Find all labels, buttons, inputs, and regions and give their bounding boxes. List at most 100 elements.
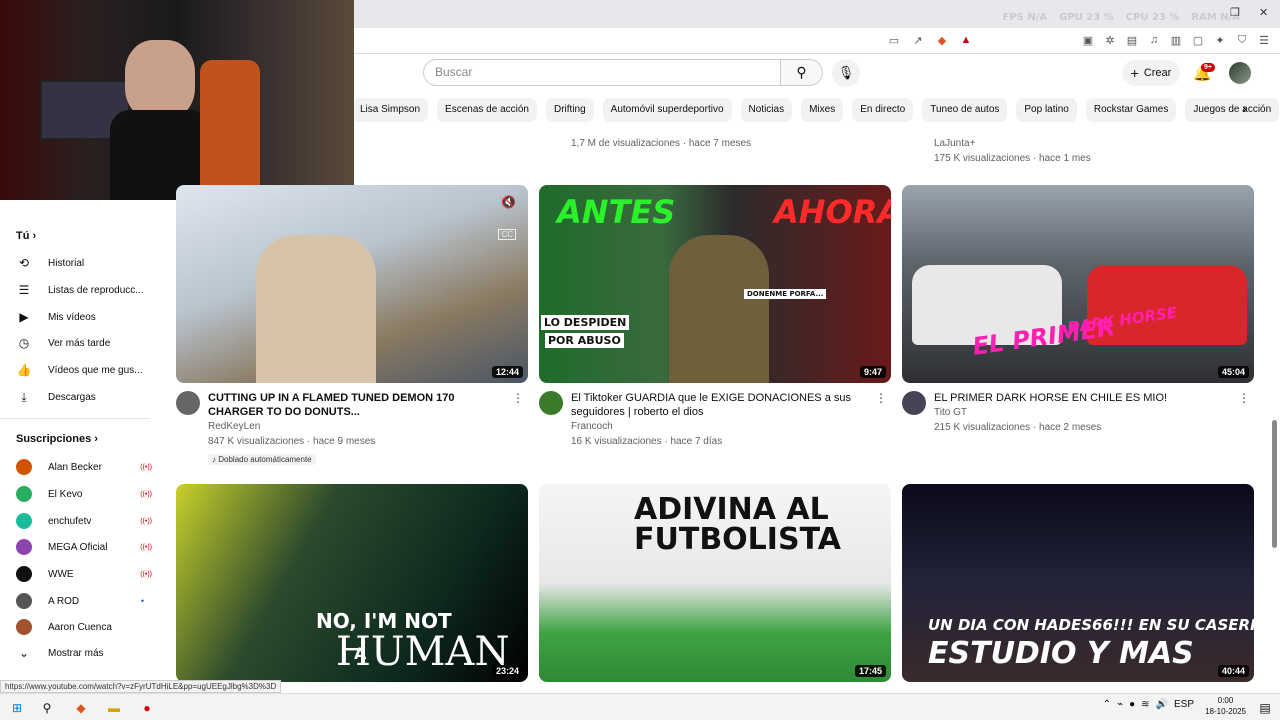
captions-icon[interactable]: CC [498, 229, 516, 240]
chip[interactable]: Drifting [545, 98, 594, 122]
channel-avatar[interactable] [539, 391, 563, 415]
menu-icon[interactable]: ☰ [1256, 32, 1272, 48]
video-thumbnail[interactable]: ANTES AHORA LO DESPIDEN POR ABUSO DONENM… [539, 185, 891, 383]
video-thumbnail[interactable]: ADIVINA AL FUTBOLISTA 17:45 [539, 484, 891, 682]
chip[interactable]: Automóvil superdeportivo [602, 98, 732, 122]
channel-avatar [16, 566, 32, 582]
voice-search-button[interactable]: 🎙 [832, 59, 860, 87]
sidebar-item-playlists[interactable]: ☰ Listas de reproducc... [16, 283, 146, 297]
vpn-icon[interactable]: ⛉ [1234, 32, 1250, 48]
subscription-item[interactable]: enchufetv ((•)) [16, 513, 152, 529]
extension-icon[interactable]: ▣ [1080, 32, 1096, 48]
webcam-overlay [0, 0, 354, 200]
sidebar-item-liked[interactable]: 👍 Vídeos que me gus... [16, 363, 146, 377]
account-avatar[interactable] [1229, 62, 1251, 84]
chip[interactable]: Tuneo de autos [922, 98, 1008, 122]
chip[interactable]: Juegos de acción [1185, 98, 1280, 122]
channel-avatar[interactable] [902, 391, 926, 415]
sidebar-item-my-videos[interactable]: ▶ Mis vídeos [16, 310, 146, 324]
more-options-icon[interactable]: ⋮ [1238, 391, 1250, 405]
video-thumbnail[interactable]: UN DIA CON HADES66!!! EN SU CASERIO ESTU… [902, 484, 1254, 682]
restore-window-icon[interactable]: ❐ [1230, 6, 1240, 19]
video-meta: 1,7 M de visualizaciones · hace 7 meses [571, 138, 752, 149]
video-title[interactable]: EL PRIMER DARK HORSE EN CHILE ES MIO! [934, 391, 1234, 405]
video-card[interactable]: ADIVINA AL FUTBOLISTA 17:45 [539, 484, 891, 682]
video-card[interactable]: UN DIA CON HADES66!!! EN SU CASERIO ESTU… [902, 484, 1254, 682]
subscription-name: enchufetv [48, 515, 92, 527]
chip[interactable]: Rockstar Games [1085, 98, 1177, 122]
file-explorer-icon[interactable]: ▬ [105, 699, 123, 717]
more-options-icon[interactable]: ⋮ [512, 391, 524, 405]
sidebar-item-downloads[interactable]: ⤓ Descargas [16, 390, 146, 405]
leo-icon[interactable]: ✦ [1212, 32, 1228, 48]
sidebar-item-watch-later[interactable]: ◷ Ver más tarde [16, 336, 146, 350]
chevron-right-icon[interactable]: › [1242, 100, 1247, 116]
wifi-icon[interactable]: ≋ [1141, 699, 1149, 710]
subscription-item[interactable]: MEGA Oficial ((•)) [16, 539, 152, 555]
chevron-up-icon[interactable]: ⌃ [1103, 699, 1111, 710]
cast-icon[interactable]: ▭ [886, 32, 902, 48]
channel-avatar[interactable] [176, 391, 200, 415]
brave-shields-icon[interactable]: ◆ [934, 32, 950, 48]
chip[interactable]: Pop latino [1016, 98, 1077, 122]
video-card[interactable]: NO, I'M NOT HUMAN A 23:24 [176, 484, 528, 682]
puzzle-icon[interactable]: ✲ [1102, 32, 1118, 48]
share-icon[interactable]: ↗ [910, 32, 926, 48]
microphone-icon: 🎙 [837, 65, 855, 80]
create-button[interactable]: + Crear [1122, 60, 1180, 86]
my-videos-icon: ▶ [19, 310, 29, 324]
video-thumbnail[interactable]: NO, I'M NOT HUMAN A 23:24 [176, 484, 528, 682]
brave-browser-icon[interactable]: ◆ [72, 699, 90, 717]
wallet-icon[interactable]: ▢ [1190, 32, 1206, 48]
video-thumbnail[interactable]: 🔇 CC 12:44 [176, 185, 528, 383]
page-scrollbar[interactable] [1272, 420, 1277, 548]
video-title[interactable]: CUTTING UP IN A FLAMED TUNED DEMON 170 C… [208, 391, 508, 419]
taskbar-clock[interactable]: 0:00 18-10-2025 [1205, 695, 1246, 717]
search-input[interactable]: Buscar [423, 59, 781, 86]
tab-icon[interactable]: ▤ [1124, 32, 1140, 48]
language-indicator[interactable]: ESP [1174, 699, 1194, 710]
sidebar-icon[interactable]: ▥ [1168, 32, 1184, 48]
video-card[interactable]: EL PRIMER DARK HORSE 45:04 EL PRIMER DAR… [902, 185, 1254, 435]
subscription-item[interactable]: WWE ((•)) [16, 566, 152, 582]
mic-tray-icon[interactable]: ● [1129, 699, 1135, 710]
chip[interactable]: Noticias [740, 98, 793, 122]
sidebar-item-history[interactable]: ⟲ Historial [16, 256, 146, 270]
channel-name[interactable]: LaJunta+ [934, 136, 975, 151]
chip[interactable]: Escenas de acción [437, 98, 537, 122]
video-card[interactable]: 🔇 CC 12:44 CUTTING UP IN A FLAMED TUNED … [176, 185, 528, 467]
you-section-header[interactable]: Tú › [16, 230, 36, 242]
chip[interactable]: Mixes [801, 98, 844, 122]
app-icon[interactable]: ● [138, 699, 156, 717]
video-card[interactable]: ANTES AHORA LO DESPIDEN POR ABUSO DONENM… [539, 185, 891, 449]
close-window-icon[interactable]: ✕ [1259, 6, 1268, 19]
more-options-icon[interactable]: ⋮ [875, 391, 887, 405]
chip[interactable]: En directo [852, 98, 914, 122]
subscription-item[interactable]: Aaron Cuenca [16, 619, 146, 635]
subscriptions-header[interactable]: Suscripciones › [16, 433, 98, 445]
thumbs-up-icon: 👍 [16, 363, 32, 377]
channel-avatar [16, 513, 32, 529]
subscription-item[interactable]: Alan Becker ((•)) [16, 459, 152, 475]
channel-name[interactable]: RedKeyLen [208, 419, 508, 434]
mute-icon[interactable]: 🔇 [501, 195, 516, 209]
windows-start-icon[interactable]: ⊞ [8, 699, 26, 717]
brave-rewards-icon[interactable]: ▲ [958, 32, 974, 48]
notification-center-icon[interactable]: ▤ [1256, 699, 1274, 717]
network-icon[interactable]: ⌁ [1117, 699, 1123, 710]
subscriptions-label: Suscripciones [16, 433, 92, 445]
search-button[interactable]: ⚲ [781, 59, 823, 86]
gaming-chair [200, 60, 260, 200]
subscription-item[interactable]: El Kevo ((•)) [16, 486, 152, 502]
video-title[interactable]: El Tiktoker GUARDIA que le EXIGE DONACIO… [571, 391, 871, 419]
channel-avatar [16, 486, 32, 502]
chip[interactable]: Lisa Simpson [352, 98, 429, 122]
volume-icon[interactable]: 🔊 [1156, 699, 1168, 710]
show-more-button[interactable]: ⌄ Mostrar más [16, 646, 146, 660]
subscription-item[interactable]: A ROD • [16, 593, 146, 609]
channel-name[interactable]: Tito GT [934, 405, 1234, 420]
channel-name[interactable]: Francoch [571, 419, 871, 434]
taskbar-search-icon[interactable]: ⚲ [38, 699, 56, 717]
video-thumbnail[interactable]: EL PRIMER DARK HORSE 45:04 [902, 185, 1254, 383]
music-icon[interactable]: ♫ [1146, 32, 1162, 48]
